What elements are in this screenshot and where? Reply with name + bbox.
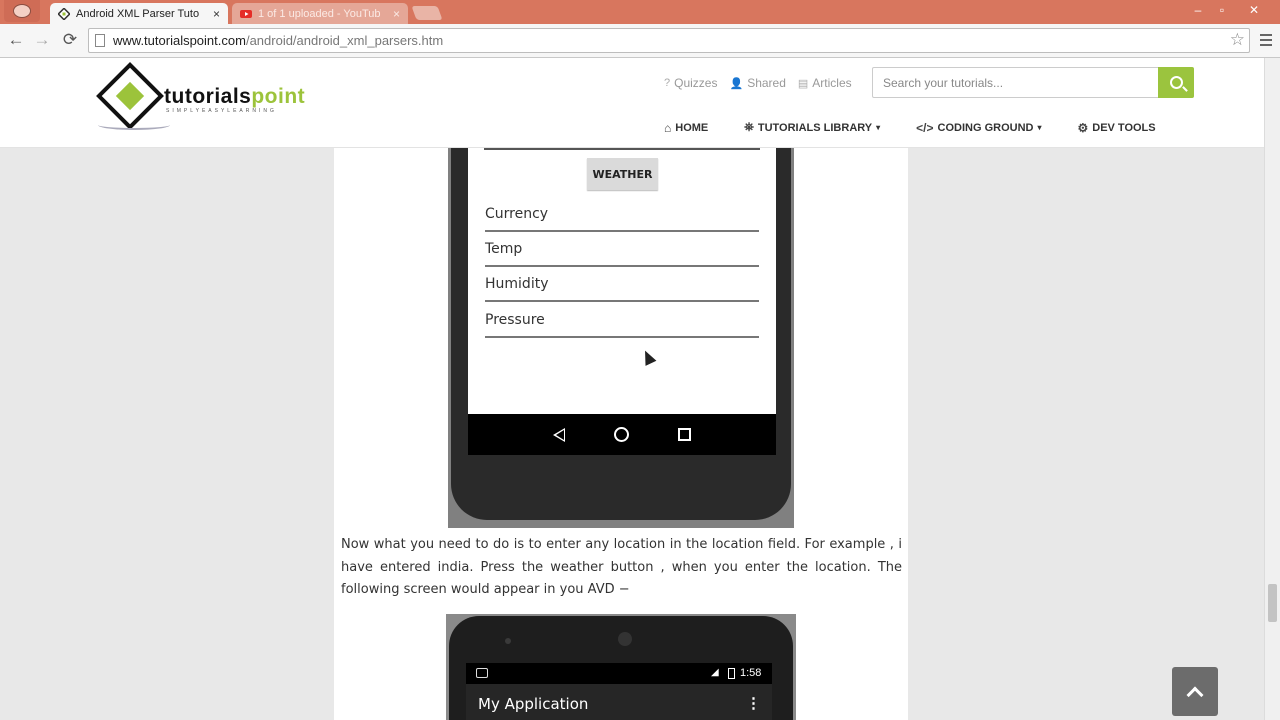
tutorialspoint-favicon-icon bbox=[58, 7, 70, 20]
emulator-screenshot-weather-form: WEATHER Currency Temp Humidity Pressure bbox=[448, 148, 794, 528]
top-links: ? Quizzes 👤 Shared ▤ Articles bbox=[664, 76, 852, 90]
new-tab-button[interactable] bbox=[411, 6, 443, 20]
url-text[interactable]: www.tutorialspoint.com/android/android_x… bbox=[113, 33, 443, 48]
nav-dev-tools-label: DEV TOOLS bbox=[1092, 121, 1156, 134]
location-field-underline bbox=[484, 148, 760, 150]
phone-body: WEATHER Currency Temp Humidity Pressure bbox=[451, 148, 791, 520]
currency-field: Currency bbox=[485, 200, 759, 232]
logo-tagline: SIMPLYEASYLEARNING bbox=[166, 108, 277, 114]
caret-down-icon: ▾ bbox=[876, 123, 881, 132]
home-icon: ⌂ bbox=[664, 120, 672, 135]
restore-icon[interactable]: ▫ bbox=[1210, 0, 1234, 20]
document-icon: ▤ bbox=[797, 77, 809, 90]
scroll-to-top-button[interactable] bbox=[1172, 667, 1218, 716]
browser-toolbar: ← → ⟳ www.tutorialspoint.com/android/and… bbox=[0, 24, 1280, 58]
app-title: My Application bbox=[478, 695, 589, 713]
android-nav-bar bbox=[468, 414, 776, 455]
web-page: tutorialspoint SIMPLYEASYLEARNING ? Quizz… bbox=[0, 58, 1264, 720]
nav-tutorials-library-label: TUTORIALS LIBRARY bbox=[757, 121, 873, 134]
nav-dev-tools[interactable]: ⚙ DEV TOOLS bbox=[1077, 120, 1155, 135]
page-scrollbar[interactable] bbox=[1264, 58, 1280, 720]
android-status-bar: ◢ 1:58 bbox=[466, 663, 772, 684]
speaker-icon bbox=[618, 632, 632, 646]
nav-coding-ground[interactable]: </> CODING GROUND ▾ bbox=[916, 120, 1041, 135]
tab-title: 1 of 1 uploaded - YouTub bbox=[258, 7, 381, 20]
bookmark-star-icon[interactable]: ☆ bbox=[1230, 30, 1245, 50]
article-paragraph: Now what you need to do is to enter any … bbox=[341, 537, 902, 597]
notification-icon bbox=[476, 668, 488, 678]
caret-down-icon: ▾ bbox=[1037, 123, 1042, 132]
logo-swoosh bbox=[98, 120, 170, 130]
reload-icon[interactable]: ⟳ bbox=[60, 30, 80, 50]
logo-text-main: tutorials bbox=[164, 85, 252, 108]
nav-tutorials-library[interactable]: ⛯ TUTORIALS LIBRARY ▾ bbox=[744, 120, 880, 135]
code-icon: </> bbox=[916, 120, 934, 135]
chrome-user-icon[interactable] bbox=[4, 0, 40, 22]
quizzes-label: Quizzes bbox=[674, 76, 718, 90]
battery-icon bbox=[728, 668, 735, 679]
search-input[interactable] bbox=[873, 68, 1159, 97]
search-icon bbox=[1169, 76, 1183, 89]
articles-label: Articles bbox=[812, 76, 852, 90]
chrome-menu-icon[interactable] bbox=[1260, 34, 1272, 46]
tab-close-icon[interactable]: × bbox=[213, 7, 220, 21]
scrollbar-thumb[interactable] bbox=[1268, 584, 1277, 622]
back-arrow-icon[interactable]: ← bbox=[6, 30, 26, 50]
emulator-screenshot-app: ◢ 1:58 My Application ⋮ bbox=[446, 614, 796, 720]
app-action-bar: My Application ⋮ bbox=[466, 684, 772, 720]
page-icon bbox=[95, 34, 105, 47]
back-triangle-icon bbox=[552, 427, 565, 442]
url-path: /android/android_xml_parsers.htm bbox=[245, 33, 444, 48]
site-header: tutorialspoint SIMPLYEASYLEARNING ? Quizz… bbox=[0, 58, 1264, 148]
search-button[interactable] bbox=[1158, 67, 1194, 98]
main-nav: ⌂ HOME ⛯ TUTORIALS LIBRARY ▾ </> CODING GROU… bbox=[664, 120, 1156, 135]
signal-icon: ◢ bbox=[711, 667, 719, 678]
tab-android-xml-parser[interactable]: Android XML Parser Tuto × bbox=[50, 3, 228, 24]
logo-text[interactable]: tutorialspoint bbox=[164, 85, 305, 109]
articles-link[interactable]: ▤ Articles bbox=[798, 76, 852, 90]
question-icon: ? bbox=[664, 77, 671, 89]
nav-home-label: HOME bbox=[675, 121, 709, 134]
address-bar[interactable]: www.tutorialspoint.com/android/android_x… bbox=[88, 28, 1250, 53]
sensor-icon bbox=[505, 638, 511, 644]
tab-title: Android XML Parser Tuto bbox=[76, 7, 200, 20]
youtube-favicon-icon bbox=[240, 9, 252, 18]
close-window-icon[interactable]: ✕ bbox=[1242, 0, 1266, 20]
minimize-icon[interactable]: ‒ bbox=[1186, 0, 1210, 20]
recents-square-icon bbox=[678, 428, 692, 441]
pressure-field: Pressure bbox=[485, 306, 759, 338]
quizzes-link[interactable]: ? Quizzes bbox=[664, 76, 717, 90]
browser-titlebar: Android XML Parser Tuto × 1 of 1 uploade… bbox=[0, 0, 1280, 24]
phone-screen: WEATHER Currency Temp Humidity Pressure bbox=[468, 148, 776, 414]
logo-text-accent: point bbox=[251, 85, 306, 108]
mouse-cursor-icon bbox=[639, 348, 657, 366]
overflow-menu-icon: ⋮ bbox=[746, 695, 761, 712]
nav-coding-ground-label: CODING GROUND bbox=[937, 121, 1034, 134]
search-box bbox=[872, 67, 1160, 98]
home-circle-icon bbox=[613, 427, 629, 442]
humidity-field: Humidity bbox=[485, 270, 759, 302]
chevron-up-icon bbox=[1186, 686, 1204, 703]
nav-home[interactable]: ⌂ HOME bbox=[664, 120, 708, 135]
user-icon: 👤 bbox=[729, 77, 744, 90]
shared-label: Shared bbox=[747, 76, 786, 90]
library-icon: ⛯ bbox=[744, 120, 754, 134]
shared-link[interactable]: 👤 Shared bbox=[729, 76, 785, 90]
tab-youtube-upload[interactable]: 1 of 1 uploaded - YouTub × bbox=[232, 3, 408, 24]
temp-field: Temp bbox=[485, 235, 759, 267]
weather-button: WEATHER bbox=[587, 158, 658, 190]
tab-close-icon[interactable]: × bbox=[393, 7, 400, 21]
phone-body: ◢ 1:58 My Application ⋮ bbox=[449, 616, 793, 720]
forward-arrow-icon[interactable]: → bbox=[32, 30, 52, 50]
gear-icon: ⚙ bbox=[1077, 120, 1089, 135]
url-host: www.tutorialspoint.com bbox=[113, 33, 246, 48]
status-time: 1:58 bbox=[740, 667, 762, 679]
